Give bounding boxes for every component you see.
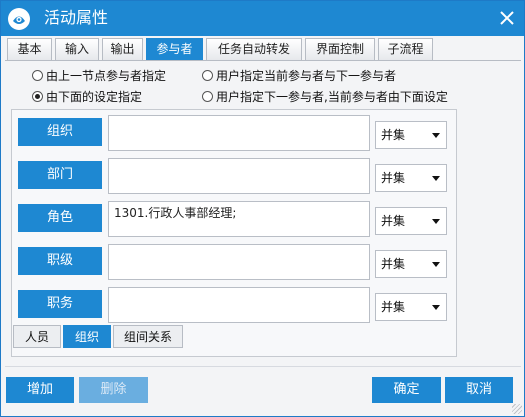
organization-button[interactable]: 组织	[18, 118, 102, 146]
role-button[interactable]: 角色	[18, 204, 102, 232]
cancel-button[interactable]: 取消	[445, 377, 513, 403]
delete-button[interactable]: 删除	[79, 377, 148, 403]
radio-circle-icon	[202, 69, 213, 81]
window-title: 活动属性	[44, 8, 109, 27]
role-mode-select[interactable]: 并集	[375, 207, 447, 235]
tab-ui-control[interactable]: 界面控制	[305, 38, 375, 61]
chevron-down-icon	[432, 262, 440, 267]
organization-mode-select[interactable]: 并集	[375, 121, 447, 149]
tab-basic[interactable]: 基本	[7, 38, 52, 61]
tab-subprocess[interactable]: 子流程	[378, 38, 433, 61]
select-value: 并集	[381, 128, 406, 142]
chevron-down-icon	[432, 219, 440, 224]
rank-mode-select[interactable]: 并集	[375, 250, 447, 278]
row-organization: 组织 并集	[18, 115, 448, 153]
radio-circle-icon	[202, 90, 213, 102]
role-field[interactable]: 1301.行政人事部经理;	[108, 201, 370, 237]
select-value: 并集	[381, 257, 406, 271]
activity-properties-dialog: 活动属性 基本 输入 输出 参与者 任务自动转发 界面控制 子流程 由上一节点参…	[0, 0, 525, 417]
participant-source-options: 由上一节点参与者指定 用户指定当前参与者与下一参与者 由下面的设定指定 用户指定…	[32, 67, 512, 107]
department-field[interactable]	[108, 158, 370, 194]
subtab-group-relation[interactable]: 组间关系	[113, 325, 183, 348]
title-bar[interactable]: 活动属性	[1, 1, 524, 36]
add-button[interactable]: 增加	[6, 377, 74, 403]
row-role: 角色 1301.行政人事部经理; 并集	[18, 201, 448, 239]
chevron-down-icon	[432, 176, 440, 181]
radio-circle-icon	[32, 69, 43, 81]
participant-type-tabs: 人员 组织 组间关系	[13, 325, 213, 349]
tab-auto-forward[interactable]: 任务自动转发	[206, 38, 302, 61]
option-parent-node[interactable]: 由上一节点参与者指定	[32, 67, 166, 83]
position-button[interactable]: 职务	[18, 290, 102, 318]
tab-bar: 基本 输入 输出 参与者 任务自动转发 界面控制 子流程	[7, 38, 519, 61]
option-user-next-current-below[interactable]: 用户指定下一参与者,当前参与者由下面设定	[202, 88, 448, 104]
row-position: 职务 并集	[18, 287, 448, 325]
select-value: 并集	[381, 300, 406, 314]
tab-output[interactable]: 输出	[102, 38, 143, 61]
department-mode-select[interactable]: 并集	[375, 164, 447, 192]
rank-button[interactable]: 职级	[18, 247, 102, 275]
option-by-settings[interactable]: 由下面的设定指定	[32, 88, 142, 104]
chevron-down-icon	[432, 305, 440, 310]
close-icon[interactable]	[494, 5, 520, 31]
radio-selected-icon	[32, 90, 43, 102]
organization-field[interactable]	[108, 115, 370, 151]
chevron-down-icon	[432, 133, 440, 138]
rank-field[interactable]	[108, 244, 370, 280]
option-label: 用户指定当前参与者与下一参与者	[216, 68, 397, 83]
option-label: 由上一节点参与者指定	[46, 68, 167, 83]
ok-button[interactable]: 确定	[372, 377, 441, 403]
tab-participants[interactable]: 参与者	[146, 38, 203, 61]
option-user-current-next[interactable]: 用户指定当前参与者与下一参与者	[202, 67, 396, 83]
option-label: 用户指定下一参与者,当前参与者由下面设定	[216, 89, 448, 104]
footer-divider	[5, 366, 521, 367]
position-mode-select[interactable]: 并集	[375, 293, 447, 321]
resize-grip-icon[interactable]	[512, 404, 522, 414]
department-button[interactable]: 部门	[18, 161, 102, 189]
tab-input[interactable]: 输入	[55, 38, 99, 61]
subtab-person[interactable]: 人员	[13, 325, 61, 348]
subtab-organization[interactable]: 组织	[63, 325, 111, 348]
row-rank: 职级 并集	[18, 244, 448, 282]
option-label: 由下面的设定指定	[46, 89, 143, 104]
position-field[interactable]	[108, 287, 370, 323]
tab-divider	[5, 60, 521, 61]
select-value: 并集	[381, 214, 406, 228]
select-value: 并集	[381, 171, 406, 185]
row-department: 部门 并集	[18, 158, 448, 196]
app-logo-icon	[8, 8, 30, 30]
participant-settings-panel: 组织 并集 部门 并集 角色 1301.行政人事部经理; 并集 职级 并集 职务…	[11, 109, 457, 357]
